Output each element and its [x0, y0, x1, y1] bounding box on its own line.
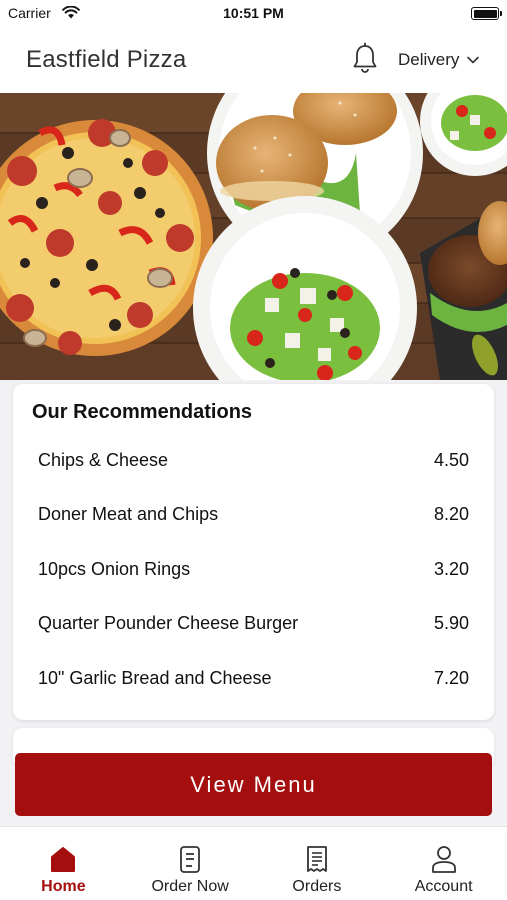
recommendations-list: Chips & Cheese 4.50 Doner Meat and Chips…	[13, 433, 494, 706]
item-name: 10" Garlic Bread and Cheese	[38, 667, 272, 688]
recommendations-title: Our Recommendations	[32, 401, 253, 423]
restaurant-title: Eastfield Pizza	[26, 46, 187, 73]
item-price: 8.20	[433, 504, 469, 525]
app-header: Eastfield Pizza Delivery	[0, 28, 507, 93]
item-price: 5.90	[433, 613, 469, 634]
tab-home[interactable]: Home	[0, 827, 127, 900]
delivery-label: Delivery	[398, 50, 460, 69]
item-name: 10pcs Onion Rings	[38, 558, 191, 579]
delivery-dropdown[interactable]: Delivery	[398, 50, 480, 70]
hero-food-image	[0, 93, 507, 380]
receipt-icon	[306, 846, 327, 872]
view-menu-button[interactable]: View Menu	[15, 753, 492, 816]
tab-label: Orders	[292, 878, 342, 895]
tab-orders[interactable]: Orders	[254, 827, 381, 900]
item-name: Doner Meat and Chips	[38, 504, 219, 525]
home-icon	[51, 847, 76, 872]
recommendation-item[interactable]: 10" Garlic Bread and Cheese 7.20	[13, 651, 494, 706]
recommendation-item[interactable]: Chips & Cheese 4.50	[13, 433, 494, 488]
tab-account[interactable]: Account	[380, 827, 507, 900]
battery-icon	[471, 7, 502, 20]
person-icon	[431, 846, 456, 873]
order-icon	[180, 846, 201, 873]
clock: 10:51 PM	[223, 5, 284, 21]
bell-icon[interactable]	[350, 42, 380, 76]
recommendation-item[interactable]: 10pcs Onion Rings 3.20	[13, 542, 494, 597]
chevron-down-icon	[467, 56, 480, 64]
recommendation-item[interactable]: Doner Meat and Chips 8.20	[13, 488, 494, 543]
tab-order-now[interactable]: Order Now	[127, 827, 254, 900]
status-bar: Carrier 10:51 PM	[0, 0, 507, 28]
item-price: 4.50	[433, 449, 469, 470]
item-name: Chips & Cheese	[38, 449, 169, 470]
tab-label: Order Now	[151, 878, 229, 895]
tab-label: Account	[414, 878, 473, 895]
tab-bar: Home Order Now Orders Account	[0, 826, 507, 900]
item-price: 3.20	[433, 558, 469, 579]
recommendations-card: Our Recommendations Chips & Cheese 4.50 …	[13, 384, 494, 720]
item-name: Quarter Pounder Cheese Burger	[38, 613, 299, 634]
recommendation-item[interactable]: Quarter Pounder Cheese Burger 5.90	[13, 597, 494, 652]
item-price: 7.20	[433, 667, 469, 688]
tab-label: Home	[41, 878, 86, 895]
